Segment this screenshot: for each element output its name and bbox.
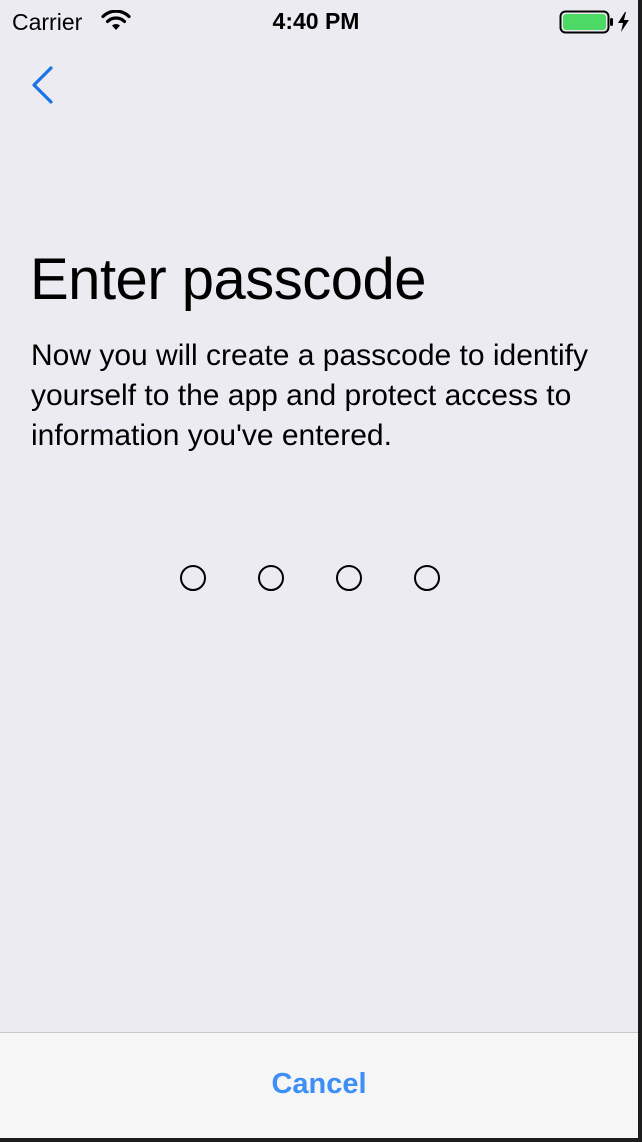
passcode-dots[interactable] bbox=[180, 565, 440, 591]
status-bar: Carrier 4:40 PM bbox=[0, 0, 638, 42]
cancel-button[interactable]: Cancel bbox=[0, 1067, 638, 1102]
passcode-dot bbox=[180, 565, 206, 591]
page-title: Enter passcode bbox=[30, 247, 427, 312]
battery-charging-icon bbox=[559, 10, 633, 39]
passcode-dot bbox=[414, 565, 440, 591]
chevron-left-icon bbox=[22, 66, 66, 116]
status-time: 4:40 PM bbox=[272, 8, 360, 34]
bottom-toolbar: Cancel bbox=[0, 1032, 638, 1138]
passcode-dot bbox=[258, 565, 284, 591]
passcode-dot bbox=[336, 565, 362, 591]
back-button[interactable] bbox=[22, 60, 66, 112]
page-description: Now you will create a passcode to identi… bbox=[31, 339, 588, 452]
passcode-screen: Carrier 4:40 PM Enter passcode Now you w… bbox=[0, 0, 642, 1142]
